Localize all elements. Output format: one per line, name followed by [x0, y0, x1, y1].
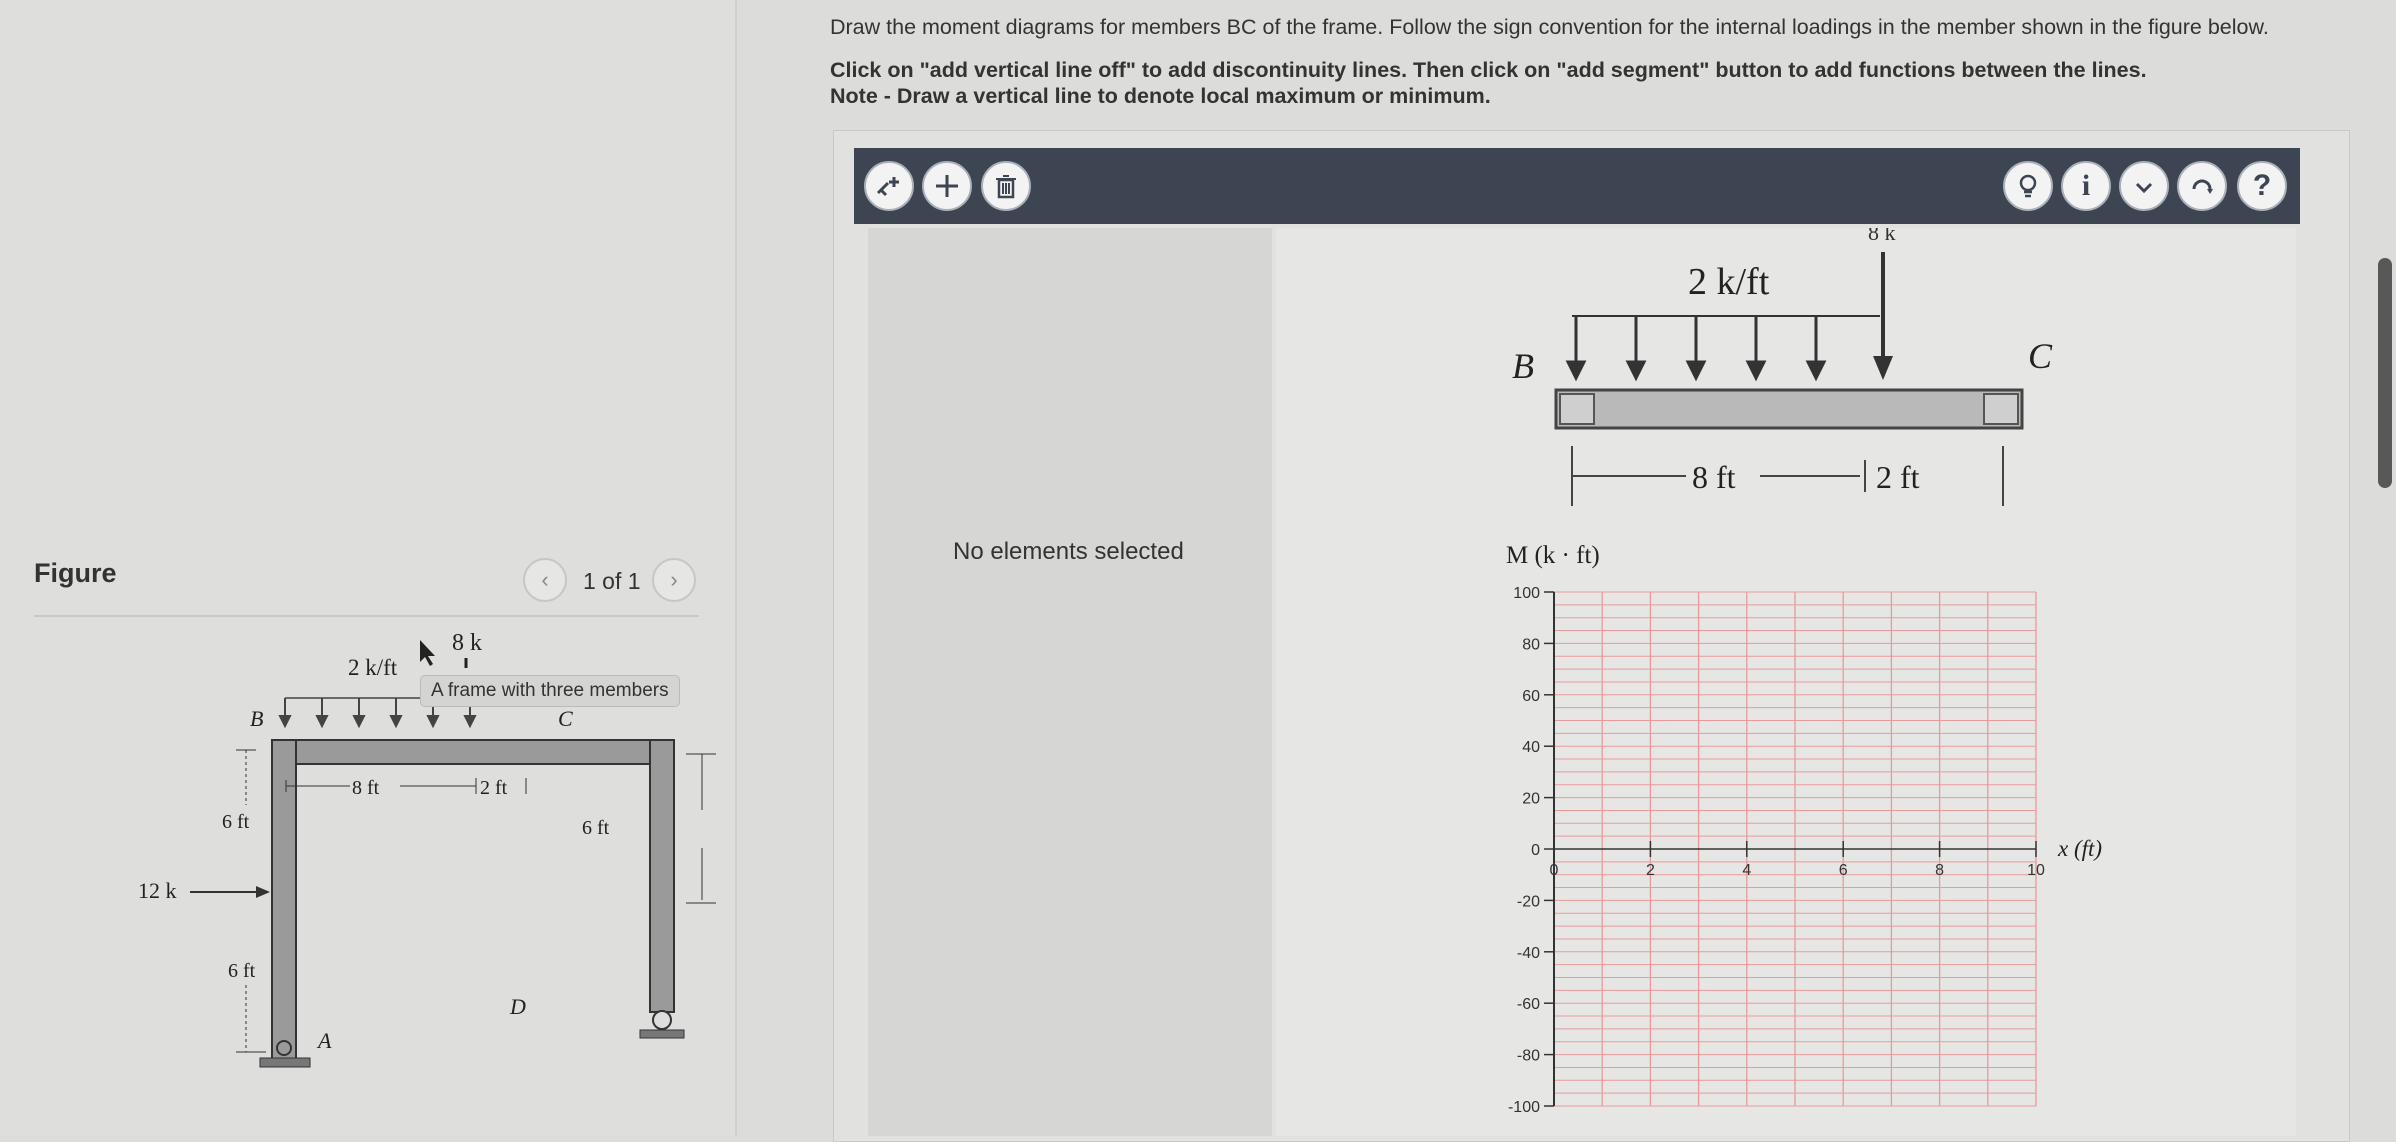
fig-dim-2: 2 ft: [480, 777, 508, 799]
help-button[interactable]: ?: [2237, 161, 2287, 211]
y-tick-label: 100: [1513, 585, 1540, 602]
y-tick-label: 0: [1531, 842, 1540, 859]
add-vertical-line-button[interactable]: [864, 161, 914, 211]
pager-text: 1 of 1: [583, 568, 641, 594]
fig-label-d: D: [509, 994, 526, 1019]
y-tick-label: -100: [1508, 1099, 1540, 1116]
question-instruction-2: Click on "add vertical line off" to add …: [830, 58, 2147, 82]
add-segment-icon: [936, 175, 958, 197]
fig-column-cd: [649, 739, 675, 1013]
delete-button[interactable]: [981, 161, 1031, 211]
beam-bc: [1554, 388, 2024, 430]
hint-button[interactable]: [2003, 161, 2053, 211]
x-tick-label: 4: [1742, 862, 1751, 879]
add-segment-button[interactable]: [922, 161, 972, 211]
y-tick-label: 20: [1522, 791, 1540, 808]
chevron-right-icon[interactable]: ›: [652, 558, 696, 602]
fig-load-dist: 2 k/ft: [348, 655, 398, 680]
info-icon: i: [2081, 169, 2091, 202]
fig-dim-8: 8 ft: [352, 777, 380, 799]
fig-label-c: C: [558, 706, 573, 731]
properties-panel: [868, 228, 1272, 1136]
chevron-left-icon[interactable]: ‹: [523, 558, 567, 602]
help-icon: ?: [2252, 169, 2272, 202]
x-axis-label: x (ft): [2057, 836, 2102, 861]
add-vertical-line-icon: [876, 177, 899, 197]
beam-top-load-label: 8 k: [1868, 228, 1896, 245]
fig-dim-6-bottom: 6 ft: [228, 960, 256, 982]
check-icon: [2135, 182, 2153, 194]
fig-label-b: B: [250, 706, 263, 731]
reset-button[interactable]: [2177, 161, 2227, 211]
beam-label-b: B: [1512, 346, 1534, 386]
moment-graph[interactable]: 8 k 2 k/ft B C 8 ft 2 ft M (k · ft) x (f…: [1276, 228, 2296, 1136]
trash-icon: [996, 175, 1016, 199]
y-tick-label: 80: [1522, 636, 1540, 653]
y-tick-label: 40: [1522, 739, 1540, 756]
question-instruction: Draw the moment diagrams for members BC …: [830, 15, 2269, 39]
y-tick-label: -40: [1517, 945, 1540, 962]
beam-label-c: C: [2028, 336, 2053, 376]
mouse-cursor-icon: [420, 640, 435, 666]
fig-label-a: A: [316, 1028, 332, 1053]
figure-divider: [34, 615, 699, 617]
fig-column-ab: [271, 739, 297, 1061]
question-note: Note - Draw a vertical line to denote lo…: [830, 84, 1491, 108]
check-button[interactable]: [2119, 161, 2169, 211]
chart-ticks: 100 80 60 40 20 0 -20 -40 -60 -80 -100 0 2 4 6 8 10: [1508, 585, 2045, 1116]
x-tick-label: 0: [1550, 862, 1559, 879]
y-tick-label: -20: [1517, 893, 1540, 910]
fig-load-point: 8 k: [452, 630, 482, 656]
figure-title: Figure: [34, 558, 117, 588]
chart-grid: [1553, 591, 2037, 1107]
beam-dim-8: 8 ft: [1692, 459, 1736, 495]
reset-icon: [2192, 179, 2213, 194]
x-tick-label: 6: [1839, 862, 1848, 879]
fig-dim-6-top: 6 ft: [222, 811, 250, 833]
fig-load-horizontal: 12 k: [138, 878, 177, 903]
beam-dist-load-label: 2 k/ft: [1688, 261, 1770, 303]
y-axis-label: M (k · ft): [1506, 542, 1600, 569]
beam-dim-2: 2 ft: [1876, 459, 1920, 495]
fig-dim-6-right: 6 ft: [582, 817, 610, 839]
y-tick-label: -80: [1517, 1048, 1540, 1065]
figure-tooltip: A frame with three members: [420, 675, 680, 707]
y-tick-label: 60: [1522, 688, 1540, 705]
fig-beam-bc: [271, 739, 675, 765]
x-tick-label: 2: [1646, 862, 1655, 879]
selection-status: No elements selected: [953, 538, 1184, 565]
info-button[interactable]: i: [2061, 161, 2111, 211]
scrollbar[interactable]: [2378, 258, 2392, 488]
hint-bulb-icon: [2019, 174, 2037, 198]
x-tick-label: 8: [1935, 862, 1944, 879]
y-tick-label: -60: [1517, 996, 1540, 1013]
x-tick-label: 10: [2027, 862, 2045, 879]
